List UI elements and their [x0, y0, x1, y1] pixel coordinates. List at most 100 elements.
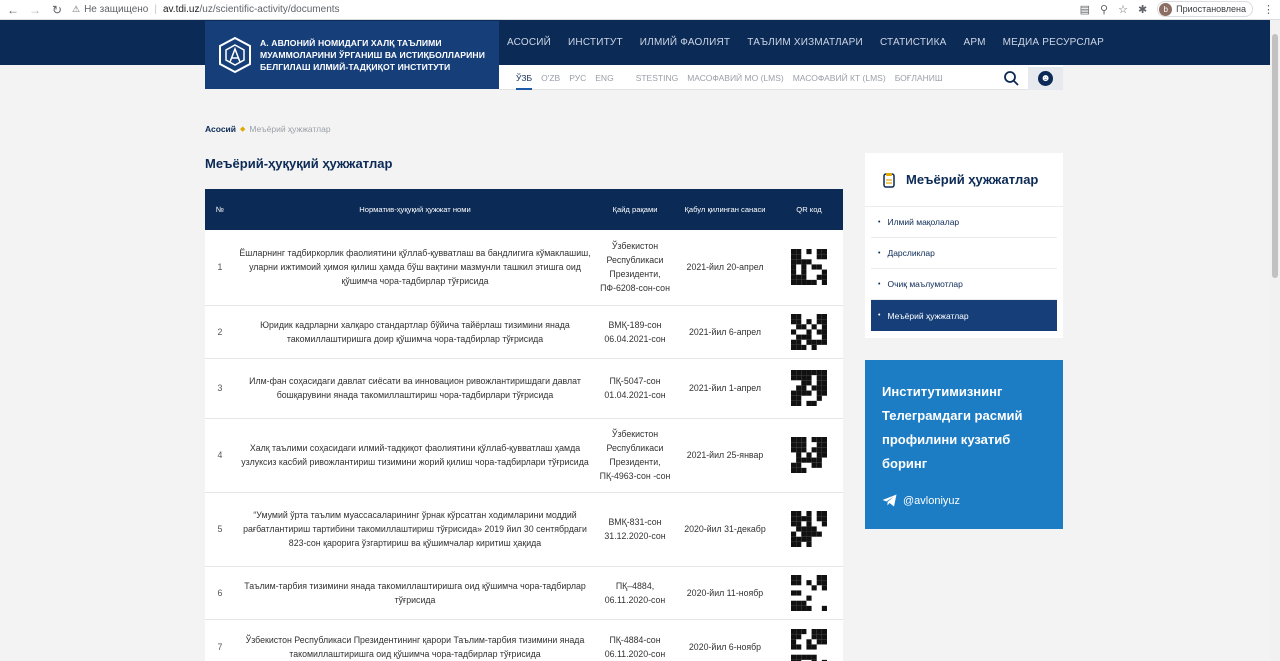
- nav-item-institute[interactable]: ИНСТИТУТ: [568, 37, 623, 48]
- sidebar-item-label: Илмий мақолалар: [887, 217, 960, 227]
- link-stesting[interactable]: STESTING: [636, 73, 679, 90]
- breadcrumb-home[interactable]: Асосий: [205, 124, 236, 134]
- document-name-link[interactable]: Таълим-тарбия тизимини янада такомиллашт…: [235, 566, 595, 620]
- qr-code-icon[interactable]: [791, 574, 827, 611]
- search-icon[interactable]: [1003, 70, 1019, 86]
- bullet-icon: •: [878, 218, 881, 226]
- row-number: 6: [205, 566, 235, 620]
- table-row: 7 Ўзбекистон Республикаси Президентининг…: [205, 619, 843, 661]
- header-registration-number: Қайд рақами: [612, 205, 658, 214]
- adoption-date: 2020-йил 6-ноябр: [675, 619, 775, 661]
- sidebar-item-textbooks[interactable]: • Дарсликлар: [871, 238, 1057, 269]
- logo-emblem-icon: [219, 36, 251, 74]
- table-header-row: № Норматив-ҳуқуқий ҳужжат номи Қайд рақа…: [205, 189, 843, 230]
- link-lms-kt[interactable]: МАСОФАВИЙ КТ (LMS): [793, 73, 886, 90]
- qr-code-icon[interactable]: [791, 437, 827, 473]
- sidebar-menu: Меъёрий ҳужжатлар • Илмий мақолалар • Да…: [865, 153, 1063, 338]
- header-number: №: [215, 205, 225, 214]
- sidebar-header: Меъёрий ҳужжатлар: [865, 153, 1063, 207]
- header-document-name: Норматив-ҳуқуқий ҳужжат номи: [359, 205, 471, 214]
- sidebar-item-scientific-articles[interactable]: • Илмий мақолалар: [871, 207, 1057, 238]
- nav-item-arm[interactable]: АРМ: [963, 37, 985, 48]
- adoption-date: 2021-йил 6-апрел: [675, 305, 775, 359]
- telegram-banner[interactable]: Институтимизнинг Телеграмдаги расмий про…: [865, 360, 1063, 529]
- adoption-date: 2020-йил 11-ноябр: [675, 566, 775, 620]
- document-name-link[interactable]: Халқ таълими соҳасидаги илмий-тадқиқот ф…: [235, 418, 595, 493]
- logo-text: А. АВЛОНИЙ НОМИДАГИ ХАЛҚ ТАЪЛИМИ МУАММОЛ…: [260, 37, 485, 73]
- profile-button[interactable]: b Приостановлена: [1157, 1, 1253, 17]
- qr-code-icon[interactable]: [791, 370, 827, 406]
- bullet-icon: •: [878, 280, 881, 288]
- logo-line: БЕЛГИЛАШ ИЛМИЙ-ТАДҚИҚОТ ИНСТИТУТИ: [260, 62, 451, 72]
- telegram-handle: @avloniyuz: [903, 494, 961, 507]
- breadcrumb-current: Меъёрий ҳужжатлар: [249, 124, 331, 134]
- logo-line: МУАММОЛАРИНИ ЎРГАНИШ ВА ИСТИҚБОЛЛАРИНИ: [260, 50, 486, 60]
- bullet-icon: •: [878, 312, 881, 319]
- star-icon[interactable]: ☆: [1118, 3, 1128, 16]
- bullet-icon: •: [878, 249, 881, 257]
- sidebar-title: Меъёрий ҳужжатлар: [906, 172, 1039, 187]
- table-row: 2 Юридик кадрларни халқаро стандартлар б…: [205, 305, 843, 359]
- adoption-date: 2021-йил 1-апрел: [675, 358, 775, 419]
- sidebar-item-normative-documents[interactable]: • Меъёрий ҳужжатлар: [871, 300, 1057, 331]
- row-number: 5: [205, 492, 235, 567]
- link-lms-mo[interactable]: МАСОФАВИЙ МО (LMS): [687, 73, 784, 90]
- nav-item-education-services[interactable]: ТАЪЛИМ ХИЗМАТЛАРИ: [747, 37, 863, 48]
- document-name-link[interactable]: Ўзбекистон Республикаси Президентининг қ…: [235, 619, 595, 661]
- header-qr-code: QR код: [796, 205, 822, 214]
- extensions-icon[interactable]: ✱: [1138, 3, 1147, 16]
- insecure-label: Не защищено: [84, 4, 149, 15]
- registration-number: ПҚ–4884, 06.11.2020-сон: [595, 566, 675, 620]
- lang-ru[interactable]: РУС: [569, 73, 586, 90]
- row-number: 2: [205, 305, 235, 359]
- adoption-date: 2021-йил 25-январ: [675, 418, 775, 493]
- url-host: av.tdi.uz: [162, 4, 200, 15]
- scrollbar-thumb[interactable]: [1272, 34, 1278, 278]
- qr-code-icon[interactable]: [791, 511, 827, 547]
- sidebar-item-label: Меъёрий ҳужжатлар: [887, 310, 969, 321]
- accessibility-button[interactable]: ☻: [1028, 67, 1063, 90]
- translate-icon[interactable]: ▤: [1080, 3, 1090, 16]
- main-nav: АСОСИЙ ИНСТИТУТ ИЛМИЙ ФАОЛИЯТ ТАЪЛИМ ХИЗ…: [507, 37, 1121, 48]
- sidebar-item-open-data[interactable]: • Очиқ маълумотлар: [871, 269, 1057, 300]
- lang-en[interactable]: ENG: [595, 73, 613, 90]
- document-name-link[interactable]: Ёшларнинг тадбиркорлик фаолиятини қўллаб…: [235, 230, 595, 306]
- browser-toolbar: ← → ↻ ⚠ Не защищено | av.tdi.uz /uz/scie…: [0, 0, 1280, 20]
- accessibility-icon: ☻: [1038, 71, 1053, 86]
- nav-item-media[interactable]: МЕДИА РЕСУРСЛАР: [1003, 37, 1104, 48]
- forward-arrow-icon[interactable]: →: [26, 1, 44, 19]
- registration-number: ВМҚ-189-сон 06.04.2021-сон: [595, 305, 675, 359]
- zoom-icon[interactable]: ⚲: [1100, 3, 1108, 16]
- row-number: 7: [205, 619, 235, 661]
- breadcrumb: Асосий ◆ Меъёрий ҳужжатлар: [205, 124, 331, 134]
- url-path: /uz/scientific-activity/documents: [199, 4, 340, 15]
- adoption-date: 2020-йил 31-декабр: [675, 492, 775, 567]
- document-name-link[interactable]: Юридик кадрларни халқаро стандартлар бўй…: [235, 305, 595, 359]
- document-name-link[interactable]: “Умумий ўрта таълим муассасаларининг ўрн…: [235, 492, 595, 567]
- reload-icon[interactable]: ↻: [48, 1, 66, 19]
- page-title: Меъёрий-ҳуқуқий ҳужжатлар: [205, 156, 393, 171]
- qr-code-icon[interactable]: [791, 629, 827, 661]
- nav-item-home[interactable]: АСОСИЙ: [507, 37, 551, 48]
- qr-code-icon[interactable]: [791, 249, 827, 286]
- row-number: 3: [205, 358, 235, 419]
- avatar: b: [1159, 2, 1173, 16]
- document-name-link[interactable]: Илм-фан соҳасидаги давлат сиёсати ва инн…: [235, 358, 595, 419]
- lang-uz-cyrillic[interactable]: ЎЗБ: [516, 73, 533, 90]
- menu-dots-icon[interactable]: ⋮: [1263, 3, 1274, 16]
- site-logo[interactable]: А. АВЛОНИЙ НОМИДАГИ ХАЛҚ ТАЪЛИМИ МУАММОЛ…: [205, 21, 499, 89]
- registration-number: ВМҚ-831-сон 31.12.2020-сон: [595, 492, 675, 567]
- telegram-link[interactable]: @avloniyuz: [882, 494, 960, 507]
- lang-uz-latin[interactable]: O'ZB: [541, 73, 560, 90]
- qr-code-icon[interactable]: [791, 313, 827, 350]
- address-bar[interactable]: ⚠ Не защищено | av.tdi.uz /uz/scientific…: [72, 4, 340, 15]
- row-number: 1: [205, 230, 235, 306]
- nav-item-statistics[interactable]: СТАТИСТИКА: [880, 37, 947, 48]
- back-arrow-icon[interactable]: ←: [4, 1, 22, 19]
- registration-number: Ўзбекистон Республикаси Президенти, ПҚ-4…: [595, 418, 675, 493]
- table-row: 5 “Умумий ўрта таълим муассасаларининг ў…: [205, 492, 843, 567]
- nav-item-scientific-activity[interactable]: ИЛМИЙ ФАОЛИЯТ: [640, 37, 730, 48]
- url-separator: |: [154, 4, 157, 15]
- link-contact[interactable]: БОҒЛАНИШ: [895, 73, 943, 90]
- header-adoption-date: Қабул қилинган санаси: [684, 205, 766, 214]
